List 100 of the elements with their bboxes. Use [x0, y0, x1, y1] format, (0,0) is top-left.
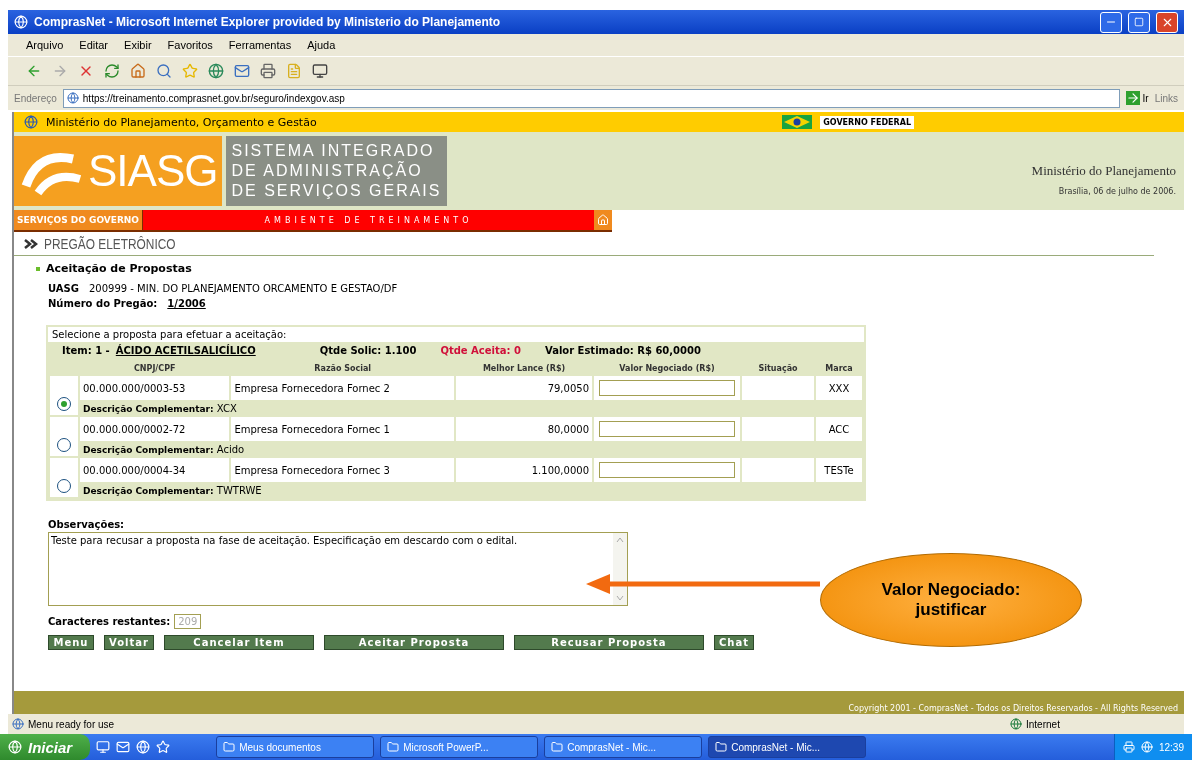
- observations-field[interactable]: Teste para recusar a proposta na fase de aceitação. Especificação em descardo com o edital.: [48, 532, 628, 606]
- monitor-icon[interactable]: [312, 63, 328, 79]
- back-icon[interactable]: [26, 63, 42, 79]
- table-cell: 00.000.000/0004-34: [80, 458, 230, 482]
- printer-icon[interactable]: [260, 63, 276, 79]
- menu-item[interactable]: Ajuda: [307, 39, 336, 51]
- ministry-icon: [24, 115, 38, 129]
- description-label: Descrição Complementar:: [83, 486, 214, 496]
- browser-icon[interactable]: [136, 740, 151, 754]
- table-cell: XXX: [816, 376, 862, 400]
- zone-text: Internet: [1026, 718, 1060, 730]
- callout-text: Valor Negociado:: [881, 580, 1021, 600]
- uasg-value: 200999 - MIN. DO PLANEJAMENTO ORCAMENTO E GESTAO/DF: [88, 283, 398, 294]
- table-cell: 1.100,0000: [456, 458, 592, 482]
- scrollbar-drawing[interactable]: [613, 533, 627, 605]
- menu-item[interactable]: Favoritos: [167, 39, 213, 51]
- chars-field: 209: [174, 614, 202, 629]
- flag-icon: [782, 115, 813, 129]
- address-label: Endereço: [14, 92, 57, 104]
- accepted-quantity: Qtde Aceita: 0: [440, 345, 521, 356]
- radio-button[interactable]: [57, 438, 71, 452]
- folder-icon: [223, 741, 236, 753]
- siasg-logo: SIASG: [14, 136, 222, 206]
- maximize-icon: [1134, 17, 1144, 27]
- refresh-icon[interactable]: [104, 63, 120, 79]
- description-value: Acido: [216, 444, 245, 455]
- menu-item[interactable]: Editar: [79, 39, 109, 51]
- description-value: TWTRWE: [216, 485, 262, 496]
- item-label: Item: 1 -: [62, 345, 110, 356]
- action-button[interactable]: Recusar Proposta: [513, 635, 704, 650]
- folder-icon: [387, 741, 400, 753]
- column-header: Melhor Lance (R$): [481, 363, 567, 374]
- mail-icon[interactable]: [234, 63, 250, 79]
- date-text: Brasília, 06 de julho de 2006.: [1058, 186, 1176, 196]
- close-button[interactable]: [1156, 11, 1178, 33]
- menu-item[interactable]: Arquivo: [26, 39, 64, 51]
- requested-quantity: Qtde Solic: 1.100: [319, 345, 417, 356]
- estimated-value: Valor Estimado: R$ 60,0000: [544, 345, 701, 356]
- page-icon: [66, 92, 79, 104]
- mail-icon[interactable]: [116, 740, 131, 754]
- window-title: ComprasNet - Microsoft Internet Explorer provided by Ministerio do Planejamento: [34, 15, 502, 29]
- action-button[interactable]: Chat: [713, 635, 754, 650]
- bullet-icon: [36, 266, 40, 271]
- table-cell: 00.000.000/0002-72: [80, 417, 230, 441]
- action-button[interactable]: Menu: [48, 635, 94, 650]
- network-icon[interactable]: [1140, 741, 1153, 753]
- search-icon[interactable]: [156, 63, 172, 79]
- column-header: Valor Negociado (R$): [618, 363, 716, 374]
- column-header: CNPJ/CPF: [132, 363, 177, 374]
- radio-button[interactable]: [57, 397, 71, 411]
- item-name[interactable]: ÁCIDO ACETILSALICÍLICO: [115, 345, 256, 356]
- home-button[interactable]: [594, 210, 612, 230]
- copyright-text: Copyright 2001 - ComprasNet - Todos os Direitos Reservados - All Rights Reserved: [848, 704, 1178, 713]
- table-cell: ACC: [816, 417, 862, 441]
- taskbar-button[interactable]: Microsoft PowerP...: [380, 736, 539, 758]
- taskbar-button[interactable]: Meus documentos: [216, 736, 375, 758]
- description-value: XCX: [216, 403, 237, 414]
- input-field[interactable]: [599, 462, 735, 478]
- form-title: Aceitação de Propostas: [46, 262, 192, 275]
- printer-icon[interactable]: [1122, 741, 1135, 753]
- double-arrow-icon: [24, 239, 38, 249]
- description-label: Descrição Complementar:: [83, 445, 214, 455]
- column-header: Marca: [824, 363, 854, 374]
- ministry-name: Ministério do Planejamento, Orçamento e Gestão: [46, 115, 318, 129]
- folder-icon: [551, 741, 564, 753]
- input-field[interactable]: [599, 421, 735, 437]
- menu-item[interactable]: Exibir: [124, 39, 152, 51]
- star-icon[interactable]: [182, 63, 198, 79]
- folder-icon: [715, 741, 728, 753]
- go-button[interactable]: Ir: [1125, 91, 1149, 105]
- taskbar-button[interactable]: ComprasNet - Mic...: [544, 736, 703, 758]
- home-icon[interactable]: [130, 63, 146, 79]
- pregao-label: Número do Pregão:: [48, 298, 158, 309]
- maximize-button[interactable]: [1128, 11, 1150, 33]
- windows-icon: [8, 740, 22, 754]
- taskbar-button[interactable]: ComprasNet - Mic...: [708, 736, 867, 758]
- table-cell: TESTe: [816, 458, 862, 482]
- desktop-icon[interactable]: [96, 740, 111, 754]
- uasg-label: UASG: [48, 283, 79, 294]
- table-cell: 80,0000: [456, 417, 592, 441]
- column-header: Situação: [757, 363, 799, 374]
- table-cell: Empresa Fornecedora Fornec 2: [231, 376, 454, 400]
- home-icon: [597, 214, 609, 226]
- table-cell: Empresa Fornecedora Fornec 3: [231, 458, 454, 482]
- observations-label: Observações:: [48, 519, 126, 530]
- radio-button[interactable]: [57, 479, 71, 493]
- globe-icon[interactable]: [208, 63, 224, 79]
- action-button[interactable]: Aceitar Proposta: [323, 635, 504, 650]
- address-field[interactable]: https://treinamento.comprasnet.gov.br/seguro/indexgov.asp: [62, 88, 1120, 108]
- input-field[interactable]: [599, 380, 735, 396]
- menu-item[interactable]: Ferramentas: [228, 39, 292, 51]
- links-label[interactable]: Links: [1154, 92, 1178, 104]
- start-button[interactable]: Iniciar: [0, 734, 91, 760]
- action-button[interactable]: Voltar: [104, 635, 154, 650]
- pregao-link[interactable]: 1/2006: [167, 298, 206, 309]
- table-cell: 79,0050: [456, 376, 592, 400]
- action-button[interactable]: Cancelar Item: [163, 635, 314, 650]
- minimize-button[interactable]: [1100, 11, 1122, 33]
- callout-text: justificar: [915, 600, 987, 620]
- globe-icon: [1010, 718, 1022, 730]
